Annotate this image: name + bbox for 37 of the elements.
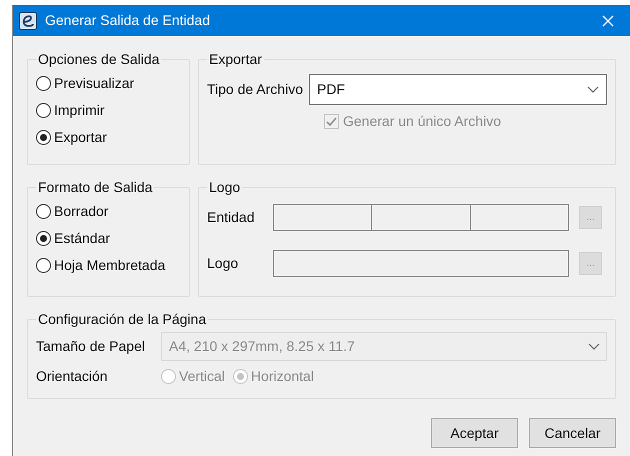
radio-label: Hoja Membretada [54,256,166,275]
field-label: Tipo de Archivo [207,80,303,99]
radio-label: Previsualizar [54,74,134,93]
group-title: Opciones de Salida [37,50,160,69]
close-icon[interactable] [602,14,614,26]
entity-field[interactable] [273,204,372,231]
radio-button[interactable] [36,130,51,145]
field-label: Orientación [36,367,109,386]
chevron-down-icon [587,86,599,94]
radio-label: Estándar [54,229,110,248]
checkbox-label: Generar un único Archivo [343,112,501,131]
group-title: Exportar [208,50,263,69]
window-title: Generar Salida de Entidad [45,11,210,30]
group-title: Logo [208,178,242,197]
radio-label: Exportar [54,128,107,147]
radio-button[interactable] [36,76,51,91]
radio-button[interactable] [36,103,51,118]
chevron-down-icon [588,342,600,350]
radio-button[interactable] [36,258,51,273]
field-label: Logo [207,254,240,273]
group-title: Formato de Salida [37,178,154,197]
dialog-button[interactable]: Cancelar [529,418,616,448]
dialog-button[interactable]: Aceptar [431,418,518,448]
entity-field[interactable] [470,204,569,231]
radio-label: Vertical [179,367,225,386]
logo-field[interactable] [273,250,569,277]
group-title: Configuración de la Página [37,310,208,329]
entity-field[interactable] [372,204,471,231]
field-label: Tamaño de Papel [36,337,146,356]
radio-label: Borrador [54,202,108,221]
radio-label: Imprimir [54,101,105,120]
radio-button[interactable] [36,204,51,219]
radio-label: Horizontal [250,367,314,386]
radio-button[interactable] [36,231,51,246]
app-logo-icon [19,12,37,30]
field-label: Entidad [207,208,256,227]
file-type-dropdown[interactable]: PDF [308,74,607,105]
